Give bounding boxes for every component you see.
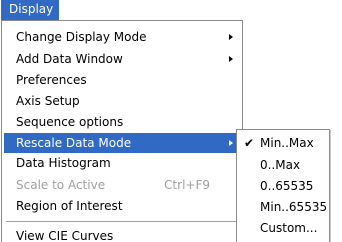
checkmark-icon: ✔ (244, 136, 255, 150)
menu-item-view-cie-curves[interactable]: View CIE Curves (4, 226, 240, 242)
submenu-arrow-icon (229, 56, 233, 62)
menu-item-label: Change Display Mode (16, 30, 147, 44)
menu-item-sequence-options[interactable]: Sequence options (4, 112, 240, 132)
submenu-arrow-icon (229, 34, 233, 40)
menu-item-scale-to-active: Scale to Active Ctrl+F9 (4, 175, 240, 195)
menu-item-preferences[interactable]: Preferences (4, 70, 240, 90)
submenu-item-0-65535[interactable]: 0..65535 (239, 176, 327, 197)
submenu-arrow-icon (229, 140, 233, 146)
menu-item-label: Sequence options (16, 115, 124, 129)
menu-item-region-of-interest[interactable]: Region of Interest (4, 196, 240, 216)
submenu-item-min-65535[interactable]: Min..65535 (239, 197, 327, 218)
menu-item-label: Region of Interest (16, 199, 123, 213)
display-menu-title[interactable]: Display (1, 0, 60, 20)
submenu-item-label: Min..Max (260, 136, 314, 150)
menu-item-add-data-window[interactable]: Add Data Window (4, 49, 240, 69)
display-menu: Change Display Mode Add Data Window Pref… (1, 20, 243, 242)
menu-item-label: Preferences (16, 73, 87, 87)
submenu-item-custom[interactable]: Custom... (239, 218, 327, 239)
submenu-item-label: 0..Max (260, 158, 301, 172)
menu-item-change-display-mode[interactable]: Change Display Mode (4, 27, 240, 47)
submenu-item-label: Custom... (260, 221, 318, 235)
menu-item-data-histogram[interactable]: Data Histogram (4, 153, 240, 173)
submenu-item-0-max[interactable]: 0..Max (239, 155, 327, 176)
menu-item-label: Scale to Active (16, 178, 106, 192)
shortcut-label: Ctrl+F9 (164, 178, 210, 192)
menu-item-label: Rescale Data Mode (16, 136, 132, 150)
rescale-data-mode-submenu: ✔ Min..Max 0..Max 0..65535 Min..65535 Cu… (236, 129, 330, 242)
menu-item-axis-setup[interactable]: Axis Setup (4, 91, 240, 111)
submenu-item-label: 0..65535 (260, 179, 314, 193)
screen: Display Change Display Mode Add Data Win… (0, 0, 342, 242)
menu-item-rescale-data-mode[interactable]: Rescale Data Mode (4, 133, 240, 153)
menu-item-label: Axis Setup (16, 94, 80, 108)
menu-item-label: Data Histogram (16, 156, 111, 170)
submenu-item-label: Min..65535 (260, 200, 328, 214)
menu-item-label: View CIE Curves (16, 229, 114, 242)
menu-separator (6, 221, 238, 222)
submenu-item-min-max[interactable]: ✔ Min..Max (239, 133, 327, 154)
menu-item-label: Add Data Window (16, 52, 123, 66)
